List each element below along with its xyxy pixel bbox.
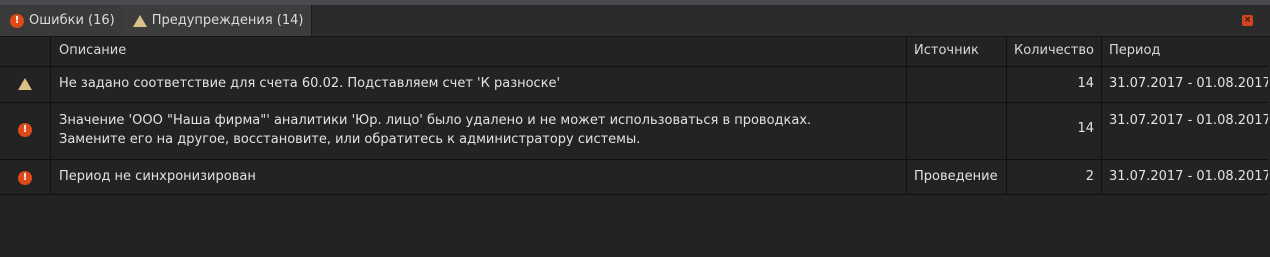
tab-warnings-label: Предупреждения (14) [151, 13, 304, 28]
header-icon-column [0, 37, 50, 66]
row-source [906, 67, 1006, 102]
warning-icon [18, 78, 32, 90]
description-line: Не задано соответствие для счета 60.02. … [59, 76, 561, 91]
column-header-source[interactable]: Источник [906, 37, 1006, 66]
table-row[interactable]: ! Значение 'ООО "Наша фирма"' аналитики … [0, 103, 1268, 160]
row-period: 31.07.2017 - 01.08.2017 [1101, 103, 1268, 159]
table-header: Описание Источник Количество Период [0, 37, 1268, 67]
table-row[interactable]: Не задано соответствие для счета 60.02. … [0, 67, 1268, 103]
column-header-period[interactable]: Период [1101, 37, 1268, 66]
row-description: Значение 'ООО "Наша фирма"' аналитики 'Ю… [50, 103, 906, 159]
table-row[interactable]: ! Период не синхронизирован Проведение 2… [0, 160, 1268, 195]
tab-bar: ! Ошибки (16) Предупреждения (14) × [0, 5, 1270, 37]
tab-warnings[interactable]: Предупреждения (14) [122, 5, 313, 36]
row-period: 31.07.2017 - 01.08.2017 [1101, 160, 1268, 194]
error-icon: ! [10, 13, 24, 28]
description-line: Замените его на другое, восстановите, ил… [59, 132, 641, 147]
row-icon-cell: ! [0, 160, 50, 194]
row-icon-cell [0, 67, 50, 102]
row-source: Проведение [906, 160, 1006, 194]
row-count: 14 [1006, 103, 1101, 159]
tab-errors-label: Ошибки (16) [29, 13, 115, 28]
description-line: Значение 'ООО "Наша фирма"' аналитики 'Ю… [59, 113, 812, 128]
row-icon-cell: ! [0, 103, 50, 159]
close-icon[interactable]: × [1242, 15, 1253, 26]
row-description: Не задано соответствие для счета 60.02. … [50, 67, 906, 102]
column-header-description[interactable]: Описание [50, 37, 906, 66]
messages-table: Описание Источник Количество Период Не з… [0, 37, 1270, 257]
error-icon: ! [18, 123, 32, 137]
row-count: 2 [1006, 160, 1101, 194]
column-header-count[interactable]: Количество [1006, 37, 1101, 66]
row-count: 14 [1006, 67, 1101, 102]
row-description: Период не синхронизирован [50, 160, 906, 194]
warning-icon [132, 14, 147, 27]
tab-errors[interactable]: ! Ошибки (16) [0, 5, 123, 36]
row-source [906, 103, 1006, 159]
row-period: 31.07.2017 - 01.08.2017 [1101, 67, 1268, 102]
description-line: Период не синхронизирован [59, 169, 256, 184]
error-icon: ! [18, 171, 32, 185]
